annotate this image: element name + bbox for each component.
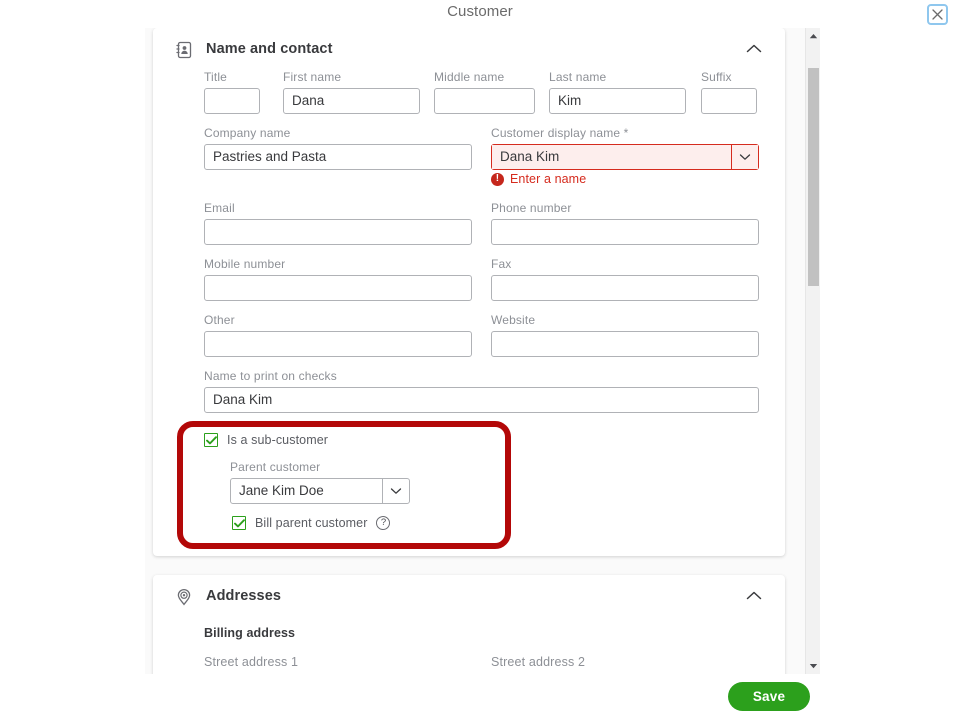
field-label-website: Website [491,313,759,327]
save-button[interactable]: Save [728,682,810,711]
field-label-street-address-1: Street address 1 [204,655,472,669]
field-website: Website [491,313,759,357]
title-input[interactable] [204,88,260,114]
app-root: Customer Name and [0,0,960,720]
customer-display-name-combobox[interactable]: Dana Kim [491,144,759,170]
field-label-phone-number: Phone number [491,201,759,215]
field-label-title: Title [204,70,260,84]
fax-input[interactable] [491,275,759,301]
field-label-other: Other [204,313,472,327]
field-other: Other [204,313,472,357]
field-label-parent-customer: Parent customer [230,460,410,474]
field-label-mobile-number: Mobile number [204,257,472,271]
field-print-on-checks: Name to print on checks Dana Kim [204,369,759,413]
field-suffix: Suffix [701,70,757,114]
field-label-middle-name: Middle name [434,70,535,84]
chevron-down-icon[interactable] [731,145,758,169]
bill-parent-customer-checkbox-row[interactable]: Bill parent customer ? [232,516,390,530]
bill-parent-customer-checkbox[interactable] [232,516,246,530]
middle-name-input[interactable] [434,88,535,114]
section-name-and-contact: Name and contact Title First name Dana M… [153,28,785,556]
company-name-input[interactable]: Pastries and Pasta [204,144,472,170]
phone-number-input[interactable] [491,219,759,245]
location-pin-icon [174,587,194,607]
field-label-print-on-checks: Name to print on checks [204,369,759,383]
field-street-address-2[interactable]: Street address 2 [491,655,759,674]
field-label-last-name: Last name [549,70,686,84]
other-input[interactable] [204,331,472,357]
scroll-up-arrow-icon[interactable] [806,28,820,44]
scroll-down-arrow-icon[interactable] [806,658,820,674]
field-label-company-name: Company name [204,126,472,140]
suffix-input[interactable] [701,88,757,114]
print-on-checks-input[interactable]: Dana Kim [204,387,759,413]
field-label-street-address-2: Street address 2 [491,655,759,669]
field-parent-customer: Parent customer Jane Kim Doe [230,460,410,504]
last-name-input[interactable]: Kim [549,88,686,114]
vertical-scrollbar[interactable] [805,28,820,674]
chevron-down-icon[interactable] [382,479,409,503]
section-title-addresses: Addresses [206,588,281,604]
field-title: Title [204,70,260,114]
section-header-name-and-contact[interactable]: Name and contact [153,28,785,72]
field-street-address-1[interactable]: Street address 1 [204,655,472,674]
field-label-first-name: First name [283,70,420,84]
close-button[interactable] [927,4,948,25]
close-icon [932,9,943,20]
field-label-fax: Fax [491,257,759,271]
form-scroll-area[interactable]: Name and contact Title First name Dana M… [145,28,820,674]
bill-parent-customer-label: Bill parent customer [255,516,367,530]
page-title: Customer [0,3,960,20]
mobile-number-input[interactable] [204,275,472,301]
is-sub-customer-checkbox[interactable] [204,433,218,447]
first-name-input[interactable]: Dana [283,88,420,114]
field-company-name: Company name Pastries and Pasta [204,126,472,170]
field-mobile-number: Mobile number [204,257,472,301]
window-title-bar: Customer [0,0,960,28]
website-input[interactable] [491,331,759,357]
field-label-email: Email [204,201,472,215]
section-title-name-and-contact: Name and contact [206,41,333,57]
parent-customer-combobox[interactable]: Jane Kim Doe [230,478,410,504]
section-header-addresses[interactable]: Addresses [153,575,785,619]
display-name-error-text: Enter a name [510,172,586,186]
field-fax: Fax [491,257,759,301]
display-name-error: ! Enter a name [491,172,586,186]
error-exclamation-icon: ! [491,173,504,186]
chevron-up-icon[interactable] [745,589,763,603]
field-label-suffix: Suffix [701,70,757,84]
parent-customer-value[interactable]: Jane Kim Doe [231,479,382,503]
field-first-name: First name Dana [283,70,420,114]
section-addresses: Addresses Billing address Street address… [153,575,785,674]
field-email: Email [204,201,472,245]
field-label-customer-display-name: Customer display name * [491,126,759,140]
field-middle-name: Middle name [434,70,535,114]
help-question-icon[interactable]: ? [376,516,390,530]
scrollbar-thumb[interactable] [808,68,819,286]
field-last-name: Last name Kim [549,70,686,114]
email-input[interactable] [204,219,472,245]
contact-card-icon [174,40,194,60]
is-sub-customer-checkbox-row[interactable]: Is a sub-customer [204,433,328,447]
billing-address-heading: Billing address [204,626,295,640]
field-customer-display-name: Customer display name * Dana Kim [491,126,759,170]
is-sub-customer-label: Is a sub-customer [227,433,328,447]
dialog-footer: Save [0,674,960,720]
chevron-up-icon[interactable] [745,42,763,56]
field-phone-number: Phone number [491,201,759,245]
check-icon [234,519,245,528]
check-icon [206,436,217,445]
customer-display-name-value[interactable]: Dana Kim [492,145,731,169]
